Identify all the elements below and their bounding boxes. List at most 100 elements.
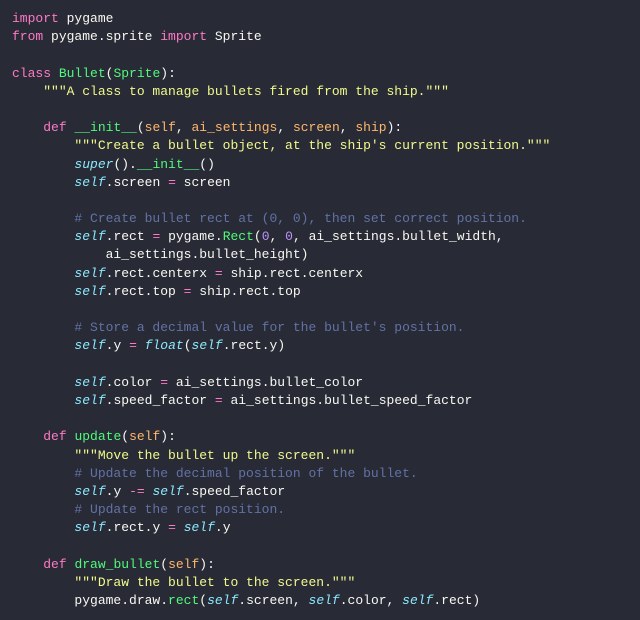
token-builtin: super (74, 157, 113, 172)
code-line (12, 301, 628, 319)
code-line: # Store a decimal value for the bullet's… (12, 319, 628, 337)
token-str: """Draw the bullet to the screen.""" (74, 575, 355, 590)
code-line (12, 101, 628, 119)
code-line (12, 46, 628, 64)
token-punc: , (176, 120, 192, 135)
token-builtin: self (192, 338, 223, 353)
token-punc: .speed_factor (184, 484, 285, 499)
token-str: """A class to manage bullets fired from … (43, 84, 449, 99)
token-punc: ( (137, 120, 145, 135)
token-builtin: self (309, 593, 340, 608)
code-line: # Update the decimal position of the bul… (12, 465, 628, 483)
token-builtin: self (184, 520, 215, 535)
token-builtin: self (74, 338, 105, 353)
code-line (12, 192, 628, 210)
code-line (12, 410, 628, 428)
code-line: self.y = float(self.rect.y) (12, 337, 628, 355)
token-param: self (129, 429, 160, 444)
token-builtin: self (402, 593, 433, 608)
token-attr: y (113, 338, 129, 353)
token-kw: import (160, 29, 207, 44)
token-punc: ( (254, 229, 262, 244)
code-line: self.screen = screen (12, 174, 628, 192)
code-line: self.speed_factor = ai_settings.bullet_s… (12, 392, 628, 410)
token-kw: def (43, 120, 66, 135)
token-attr: screen (113, 175, 168, 190)
token-punc: () (199, 157, 215, 172)
token-cmt: # Create bullet rect at (0, 0), then set… (74, 211, 526, 226)
token-builtin: float (145, 338, 184, 353)
token-call: __init__ (74, 120, 136, 135)
code-line: super().__init__() (12, 156, 628, 174)
token-cmt: # Update the rect position. (74, 502, 285, 517)
token-kw: from (12, 29, 43, 44)
token-ident: pygame.sprite (43, 29, 160, 44)
token-ident: Sprite (207, 29, 262, 44)
token-attr: rect.y (113, 520, 168, 535)
token-punc: (). (113, 157, 136, 172)
token-op: = (160, 375, 168, 390)
token-ident (137, 338, 145, 353)
token-op: = (215, 393, 223, 408)
code-block: import pygamefrom pygame.sprite import S… (12, 10, 628, 610)
code-line: def update(self): (12, 428, 628, 446)
token-punc: , (340, 120, 356, 135)
token-cmt: # Update the decimal position of the bul… (74, 466, 417, 481)
token-str: """Move the bullet up the screen.""" (74, 448, 355, 463)
code-line (12, 356, 628, 374)
token-call: update (74, 429, 121, 444)
token-param: ai_settings (192, 120, 278, 135)
token-call: rect (168, 593, 199, 608)
token-builtin: self (152, 484, 183, 499)
token-call: __init__ (137, 157, 199, 172)
code-line: # Update the rect position. (12, 501, 628, 519)
token-param: ship (355, 120, 386, 135)
token-num: 0 (285, 229, 293, 244)
code-line: """A class to manage bullets fired from … (12, 83, 628, 101)
token-ident: pygame. (160, 229, 222, 244)
token-builtin: self (74, 284, 105, 299)
code-line: """Move the bullet up the screen.""" (12, 447, 628, 465)
token-op: = (168, 520, 176, 535)
token-punc: ( (184, 338, 192, 353)
token-call: draw_bullet (74, 557, 160, 572)
code-line: """Draw the bullet to the screen.""" (12, 574, 628, 592)
token-attr: rect.centerx (113, 266, 214, 281)
token-op: = (168, 175, 176, 190)
code-line: class Bullet(Sprite): (12, 65, 628, 83)
token-builtin: self (74, 375, 105, 390)
token-cls: Bullet (59, 66, 106, 81)
token-punc: : (168, 66, 176, 81)
token-ident: ship.rect.centerx (223, 266, 363, 281)
code-line: def draw_bullet(self): (12, 556, 628, 574)
token-op: -= (129, 484, 145, 499)
token-punc: .y (215, 520, 231, 535)
token-punc: ( (199, 593, 207, 608)
token-builtin: self (207, 593, 238, 608)
token-punc: .color, (340, 593, 402, 608)
token-punc: ): (387, 120, 403, 135)
token-kw: import (12, 11, 59, 26)
code-line (12, 537, 628, 555)
token-ident: pygame.draw. (74, 593, 168, 608)
code-line: ai_settings.bullet_height) (12, 246, 628, 264)
token-kw: class (12, 66, 51, 81)
token-str: """Create a bullet object, at the ship's… (74, 138, 550, 153)
token-param: self (168, 557, 199, 572)
token-num: 0 (262, 229, 270, 244)
token-punc: , (270, 229, 286, 244)
token-builtin: self (74, 175, 105, 190)
code-line: self.rect.top = ship.rect.top (12, 283, 628, 301)
token-punc: ): (199, 557, 215, 572)
token-punc: ( (121, 429, 129, 444)
token-cls: Sprite (113, 66, 160, 81)
token-ident: ai_settings.bullet_speed_factor (223, 393, 473, 408)
token-builtin: self (74, 266, 105, 281)
token-op: = (215, 266, 223, 281)
token-builtin: self (74, 229, 105, 244)
token-ident (176, 520, 184, 535)
token-ident: ship.rect.top (191, 284, 300, 299)
code-line: self.color = ai_settings.bullet_color (12, 374, 628, 392)
code-line: self.rect = pygame.Rect(0, 0, ai_setting… (12, 228, 628, 246)
token-punc: ) (160, 66, 168, 81)
